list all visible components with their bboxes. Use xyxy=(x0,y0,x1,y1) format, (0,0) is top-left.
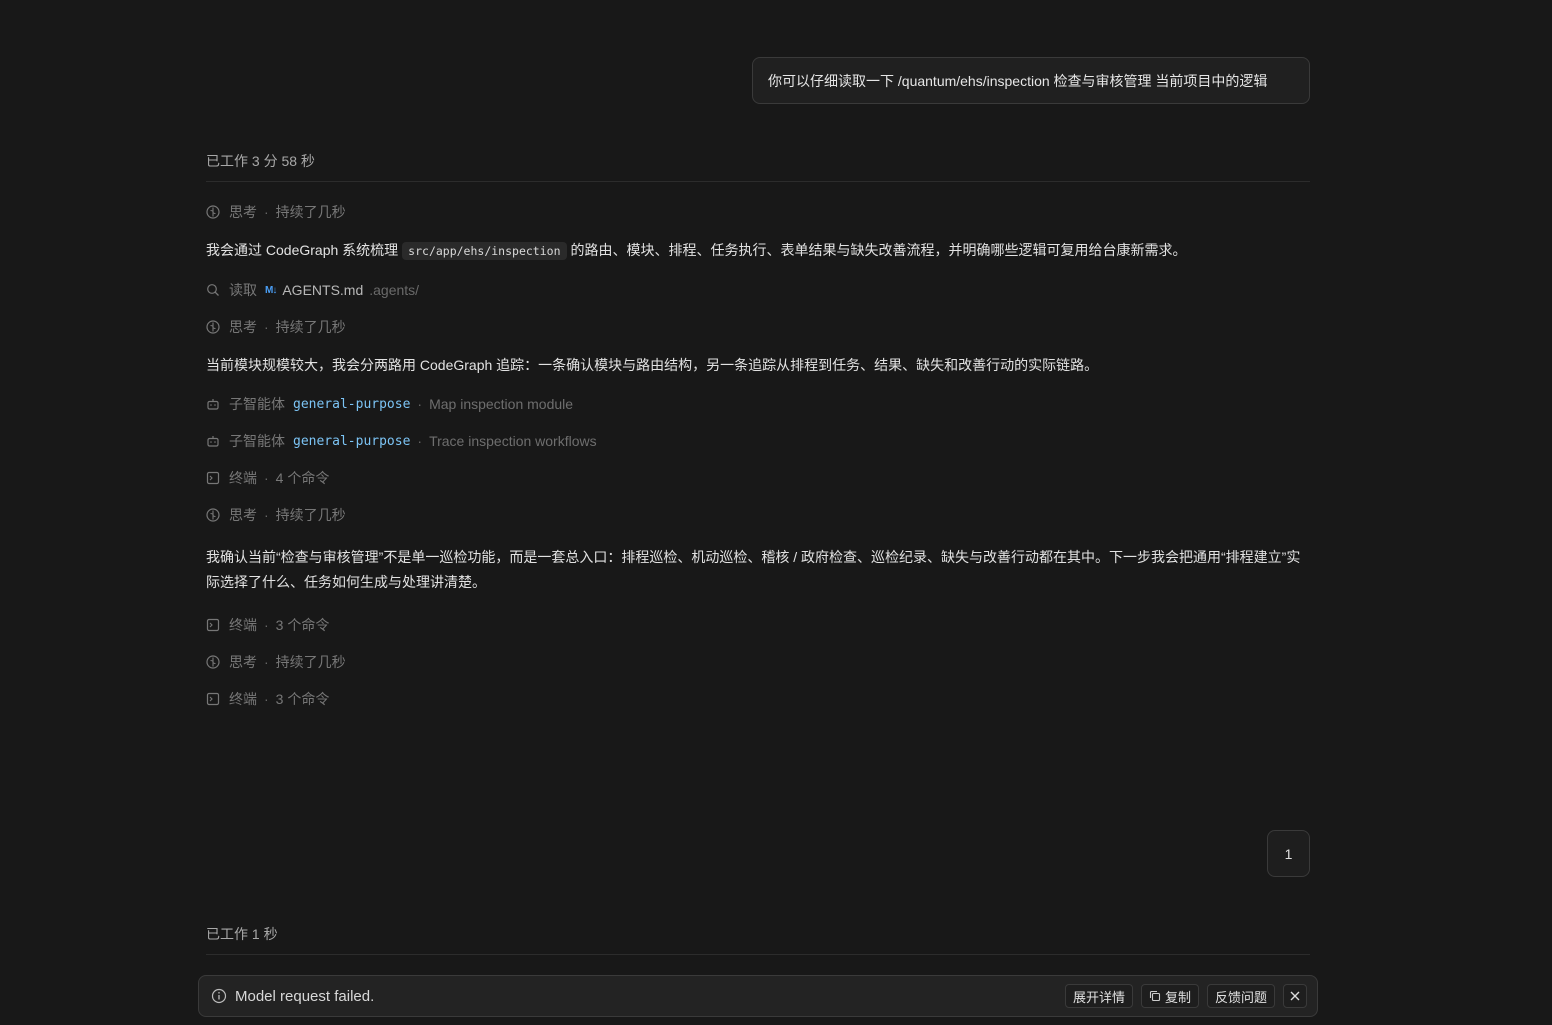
step-label: 思考 xyxy=(229,507,257,523)
paragraph-text: 我确认当前“检查与审核管理”不是单一巡检功能，而是一套总入口：排程巡检、机动巡检… xyxy=(206,549,1301,590)
robot-icon xyxy=(206,434,220,448)
turn-divider xyxy=(206,181,1310,182)
agent-task: Trace inspection workflows xyxy=(429,433,597,449)
user-message-bubble: 你可以仔细读取一下 /quantum/ehs/inspection 检查与审核管… xyxy=(752,57,1310,104)
terminal-step[interactable]: 终端 · 3 个命令 xyxy=(206,689,329,709)
agent-type: general-purpose xyxy=(293,433,411,449)
subagent-step[interactable]: 子智能体 general-purpose · Trace inspection … xyxy=(206,431,597,451)
worked-duration: 已工作 3 分 58 秒 xyxy=(206,153,315,169)
assistant-paragraph: 我确认当前“检查与审核管理”不是单一巡检功能，而是一套总入口：排程巡检、机动巡检… xyxy=(206,545,1310,595)
terminal-step[interactable]: 终端 · 3 个命令 xyxy=(206,615,329,635)
brain-icon xyxy=(206,320,220,334)
close-icon xyxy=(1290,991,1300,1001)
step-detail: 持续了几秒 xyxy=(275,507,346,523)
terminal-icon xyxy=(206,692,220,706)
step-detail: 持续了几秒 xyxy=(275,319,346,335)
brain-icon xyxy=(206,508,220,522)
pagination-button[interactable]: 1 xyxy=(1267,830,1310,877)
user-message-text: 你可以仔细读取一下 /quantum/ehs/inspection 检查与审核管… xyxy=(768,72,1268,89)
button-label: 展开详情 xyxy=(1072,989,1125,1005)
brain-icon xyxy=(206,205,220,219)
paragraph-text: 的路由、模块、排程、任务执行、表单结果与缺失改善流程，并明确哪些逻辑可复用给台康… xyxy=(570,242,1187,258)
step-detail: 3 个命令 xyxy=(275,617,330,633)
button-label: 复制 xyxy=(1164,989,1191,1005)
agent-task: Map inspection module xyxy=(429,396,574,412)
copy-icon xyxy=(1149,990,1161,1002)
step-label: 思考 xyxy=(229,204,257,220)
info-icon xyxy=(211,988,227,1004)
step-label: 思考 xyxy=(229,319,257,335)
terminal-icon xyxy=(206,618,220,632)
step-detail: 持续了几秒 xyxy=(275,654,346,670)
error-banner: Model request failed. 展开详情 复制 反馈问题 xyxy=(198,975,1318,1017)
step-detail: 持续了几秒 xyxy=(275,204,346,220)
button-label: 反馈问题 xyxy=(1214,989,1267,1005)
feedback-button[interactable]: 反馈问题 xyxy=(1206,984,1275,1008)
agent-type: general-purpose xyxy=(293,396,411,412)
inline-code-path: src/app/ehs/inspection xyxy=(402,242,567,260)
assistant-paragraph: 我会通过 CodeGraph 系统梳理 src/app/ehs/inspectio… xyxy=(206,238,1310,264)
turn-header[interactable]: 已工作 1 秒 xyxy=(206,924,1310,955)
step-label: 思考 xyxy=(229,654,257,670)
markdown-file-icon: M↓ xyxy=(265,284,277,296)
thinking-step[interactable]: 思考 · 持续了几秒 xyxy=(206,652,346,672)
terminal-icon xyxy=(206,471,220,485)
step-label: 终端 xyxy=(229,691,257,707)
turn-header[interactable]: 已工作 3 分 58 秒 xyxy=(206,151,1310,182)
step-label: 终端 xyxy=(229,617,257,633)
brain-icon xyxy=(206,655,220,669)
step-label: 读取 xyxy=(229,282,257,298)
close-button[interactable] xyxy=(1283,984,1307,1008)
read-step[interactable]: 读取 M↓ AGENTS.md .agents/ xyxy=(206,280,419,300)
thinking-step[interactable]: 思考 · 持续了几秒 xyxy=(206,505,346,525)
step-label: 子智能体 xyxy=(229,396,285,412)
worked-duration: 已工作 1 秒 xyxy=(206,926,278,942)
assistant-paragraph: 当前模块规模较大，我会分两路用 CodeGraph 追踪：一条确认模块与路由结构… xyxy=(206,353,1310,378)
step-detail: 4 个命令 xyxy=(275,470,330,486)
step-detail: 3 个命令 xyxy=(275,691,330,707)
step-label: 子智能体 xyxy=(229,433,285,449)
thinking-step[interactable]: 思考 · 持续了几秒 xyxy=(206,317,346,337)
terminal-step[interactable]: 终端 · 4 个命令 xyxy=(206,468,329,488)
file-directory: .agents/ xyxy=(369,282,420,298)
paragraph-text: 我会通过 CodeGraph 系统梳理 xyxy=(206,242,399,258)
subagent-step[interactable]: 子智能体 general-purpose · Map inspection mo… xyxy=(206,394,573,414)
paragraph-text: 当前模块规模较大，我会分两路用 CodeGraph 追踪：一条确认模块与路由结构… xyxy=(206,357,1099,373)
search-icon xyxy=(206,283,220,297)
thinking-step[interactable]: 思考 · 持续了几秒 xyxy=(206,202,346,222)
file-name[interactable]: AGENTS.md xyxy=(282,282,363,298)
turn-divider xyxy=(206,954,1310,955)
step-label: 终端 xyxy=(229,470,257,486)
copy-button[interactable]: 复制 xyxy=(1140,984,1199,1008)
expand-details-button[interactable]: 展开详情 xyxy=(1064,984,1133,1008)
robot-icon xyxy=(206,397,220,411)
error-message: Model request failed. xyxy=(235,987,375,1005)
